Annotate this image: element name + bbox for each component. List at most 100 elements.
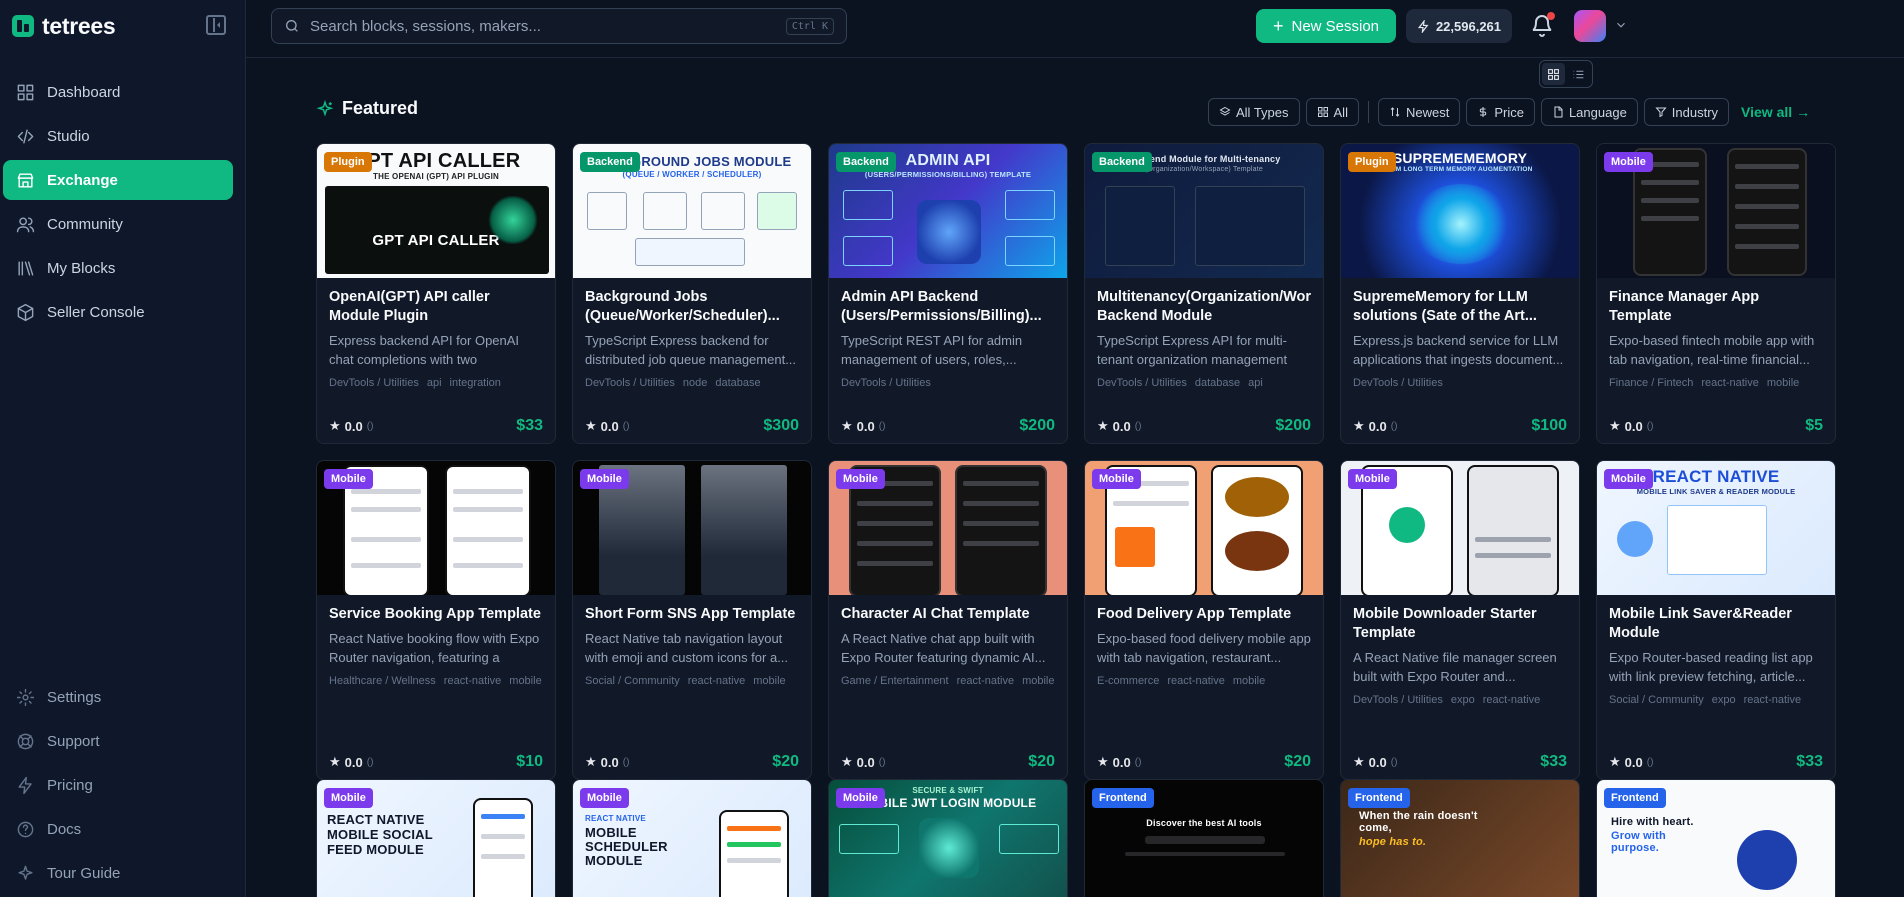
product-card[interactable]: Mobile Food Delivery App Template Expo-b…: [1084, 460, 1324, 780]
filter-separator: [1367, 101, 1369, 123]
card-title: Finance Manager App Template: [1609, 289, 1760, 324]
card-description: A React Native chat app built with Expo …: [841, 631, 1046, 665]
product-card[interactable]: Discover the best AI tools Frontend: [1084, 779, 1324, 897]
filter-industry[interactable]: Industry: [1643, 98, 1730, 126]
filter-label: All Types: [1236, 104, 1289, 120]
product-card[interactable]: SECURE & SWIFT MOBILE JWT LOGIN MODULE M…: [828, 779, 1068, 897]
sidebar-item-seller-console[interactable]: Seller Console: [3, 292, 233, 332]
filter-all-types[interactable]: All Types: [1208, 98, 1300, 126]
card-thumbnail: Mobile: [1085, 461, 1323, 595]
card-description: Express backend API for OpenAI chat comp…: [329, 333, 520, 367]
card-category: E-commerce: [1097, 675, 1160, 687]
package-icon: [15, 302, 35, 322]
product-card[interactable]: Mobile Mobile Downloader Starter Templat…: [1340, 460, 1580, 780]
rating: ★ 0.0(): [1353, 754, 1397, 770]
new-session-button[interactable]: + New Session: [1256, 9, 1396, 43]
card-tags: DevTools / Utilities node database: [585, 377, 799, 389]
star-icon: ★: [1609, 754, 1621, 769]
sidebar-item-exchange[interactable]: Exchange: [3, 160, 233, 200]
thumb-heading: REACT NATIVE: [1652, 467, 1780, 486]
card-price: $300: [763, 417, 799, 434]
product-card[interactable]: REACT NATIVE MOBILE SOCIAL FEED MODULE M…: [316, 779, 556, 897]
card-title: SupremeMemory for LLM solutions (Sate of…: [1353, 289, 1537, 324]
filter-language[interactable]: Language: [1540, 98, 1638, 126]
card-price: $33: [1796, 753, 1823, 770]
view-all-link[interactable]: View all →: [1741, 104, 1810, 120]
rating: ★ 0.0(): [1609, 418, 1653, 434]
card-category: Finance / Fintech: [1609, 377, 1694, 389]
product-card[interactable]: GPT API CALLER THE OPENAI (GPT) API PLUG…: [316, 143, 556, 444]
card-tags: DevTools / Utilities: [1353, 377, 1567, 389]
filter-bar: All Types All Newest Price Language Industry V…: [1208, 98, 1810, 126]
card-badge: Plugin: [1348, 152, 1396, 172]
card-badge: Backend: [836, 152, 896, 172]
star-icon: ★: [1353, 418, 1365, 433]
sidebar-item-label: Studio: [47, 127, 90, 145]
card-thumbnail: Hire with heart. Grow with purpose. Fron…: [1597, 780, 1835, 897]
product-card[interactable]: ADMIN API (USERS/PERMISSIONS/BILLING) TE…: [828, 143, 1068, 444]
bolt-icon: [1417, 19, 1429, 33]
brand[interactable]: tetrees: [12, 12, 116, 40]
card-badge: Mobile: [836, 469, 885, 489]
star-icon: ★: [585, 754, 597, 769]
card-thumbnail: Backend Module for Multi-tenancy (Organi…: [1085, 144, 1323, 278]
card-body: Admin API Backend (Users/Permissions/Bil…: [829, 278, 1067, 443]
tag: api: [1248, 377, 1263, 389]
card-description: React Native booking flow with Expo Rout…: [329, 631, 540, 665]
product-card[interactable]: BACKGROUND JOBS MODULE (QUEUE / WORKER /…: [572, 143, 812, 444]
product-card[interactable]: REACT NATIVE MOBILE SCHEDULER MODULE Mob…: [572, 779, 812, 897]
card-badge: Mobile: [1092, 469, 1141, 489]
card-thumbnail: When the rain doesn't come, hope has to.…: [1341, 780, 1579, 897]
product-card[interactable]: Hire with heart. Grow with purpose. Fron…: [1596, 779, 1836, 897]
code-icon: [15, 126, 35, 146]
filter-newest[interactable]: Newest: [1377, 98, 1461, 126]
search-input[interactable]: [310, 17, 776, 35]
card-tags: E-commerce react-native mobile: [1097, 675, 1311, 687]
avatar[interactable]: [1574, 10, 1606, 42]
product-card[interactable]: Mobile Service Booking App Template Reac…: [316, 460, 556, 780]
card-category: DevTools / Utilities: [1097, 377, 1187, 389]
sidebar-item-dashboard[interactable]: Dashboard: [3, 72, 233, 112]
search-bar[interactable]: Ctrl K: [271, 8, 847, 44]
filter-all[interactable]: All: [1305, 98, 1359, 126]
card-badge: Mobile: [836, 788, 885, 808]
product-card[interactable]: Mobile Short Form SNS App Template React…: [572, 460, 812, 780]
sidebar-item-tour-guide[interactable]: Tour Guide: [3, 853, 233, 893]
filter-price[interactable]: Price: [1466, 98, 1535, 126]
sidebar-collapse-icon[interactable]: [206, 15, 226, 35]
chevron-down-icon[interactable]: [1614, 18, 1628, 32]
thumb-heading: MOBILE JWT LOGIN MODULE: [859, 796, 1037, 810]
product-card[interactable]: Mobile Finance Manager App Template Expo…: [1596, 143, 1836, 444]
product-card[interactable]: SUPREMEMEMORY LLM LONG TERM MEMORY AUGME…: [1340, 143, 1580, 444]
product-card[interactable]: REACT NATIVE MOBILE LINK SAVER & READER …: [1596, 460, 1836, 780]
sidebar-item-support[interactable]: Support: [3, 721, 233, 761]
sidebar-item-settings[interactable]: Settings: [3, 677, 233, 717]
product-card[interactable]: Mobile Character AI Chat Template A Reac…: [828, 460, 1068, 780]
sidebar-item-my-blocks[interactable]: My Blocks: [3, 248, 233, 288]
rating-value: 0.0: [1624, 754, 1643, 770]
card-thumbnail: Mobile: [573, 461, 811, 595]
grid-view-button[interactable]: [1542, 63, 1565, 85]
star-icon: ★: [329, 754, 341, 769]
rating: ★ 0.0(): [329, 754, 373, 770]
product-card[interactable]: Backend Module for Multi-tenancy (Organi…: [1084, 143, 1324, 444]
rating-count: (): [1134, 420, 1142, 432]
list-view-button[interactable]: [1567, 63, 1590, 85]
credits-badge[interactable]: 22,596,261: [1406, 9, 1512, 43]
sidebar-item-community[interactable]: Community: [3, 204, 233, 244]
rating-value: 0.0: [600, 754, 619, 770]
funnel-icon: [1655, 107, 1667, 118]
thumb-heading: When the rain doesn't come,: [1359, 810, 1478, 834]
card-title: OpenAI(GPT) API caller Module Plugin: [329, 289, 490, 324]
card-title: Admin API Backend (Users/Permissions/Bil…: [841, 289, 1042, 324]
card-tags: Social / Community expo react-native: [1609, 694, 1823, 706]
rating: ★ 0.0(): [1353, 418, 1397, 434]
sidebar-item-pricing[interactable]: Pricing: [3, 765, 233, 805]
view-toggle: [1539, 60, 1593, 88]
product-card[interactable]: When the rain doesn't come, hope has to.…: [1340, 779, 1580, 897]
tag: mobile: [1232, 675, 1266, 687]
sidebar-item-studio[interactable]: Studio: [3, 116, 233, 156]
filter-label: All: [1333, 104, 1348, 120]
sidebar-item-docs[interactable]: Docs: [3, 809, 233, 849]
star-icon: ★: [841, 418, 853, 433]
